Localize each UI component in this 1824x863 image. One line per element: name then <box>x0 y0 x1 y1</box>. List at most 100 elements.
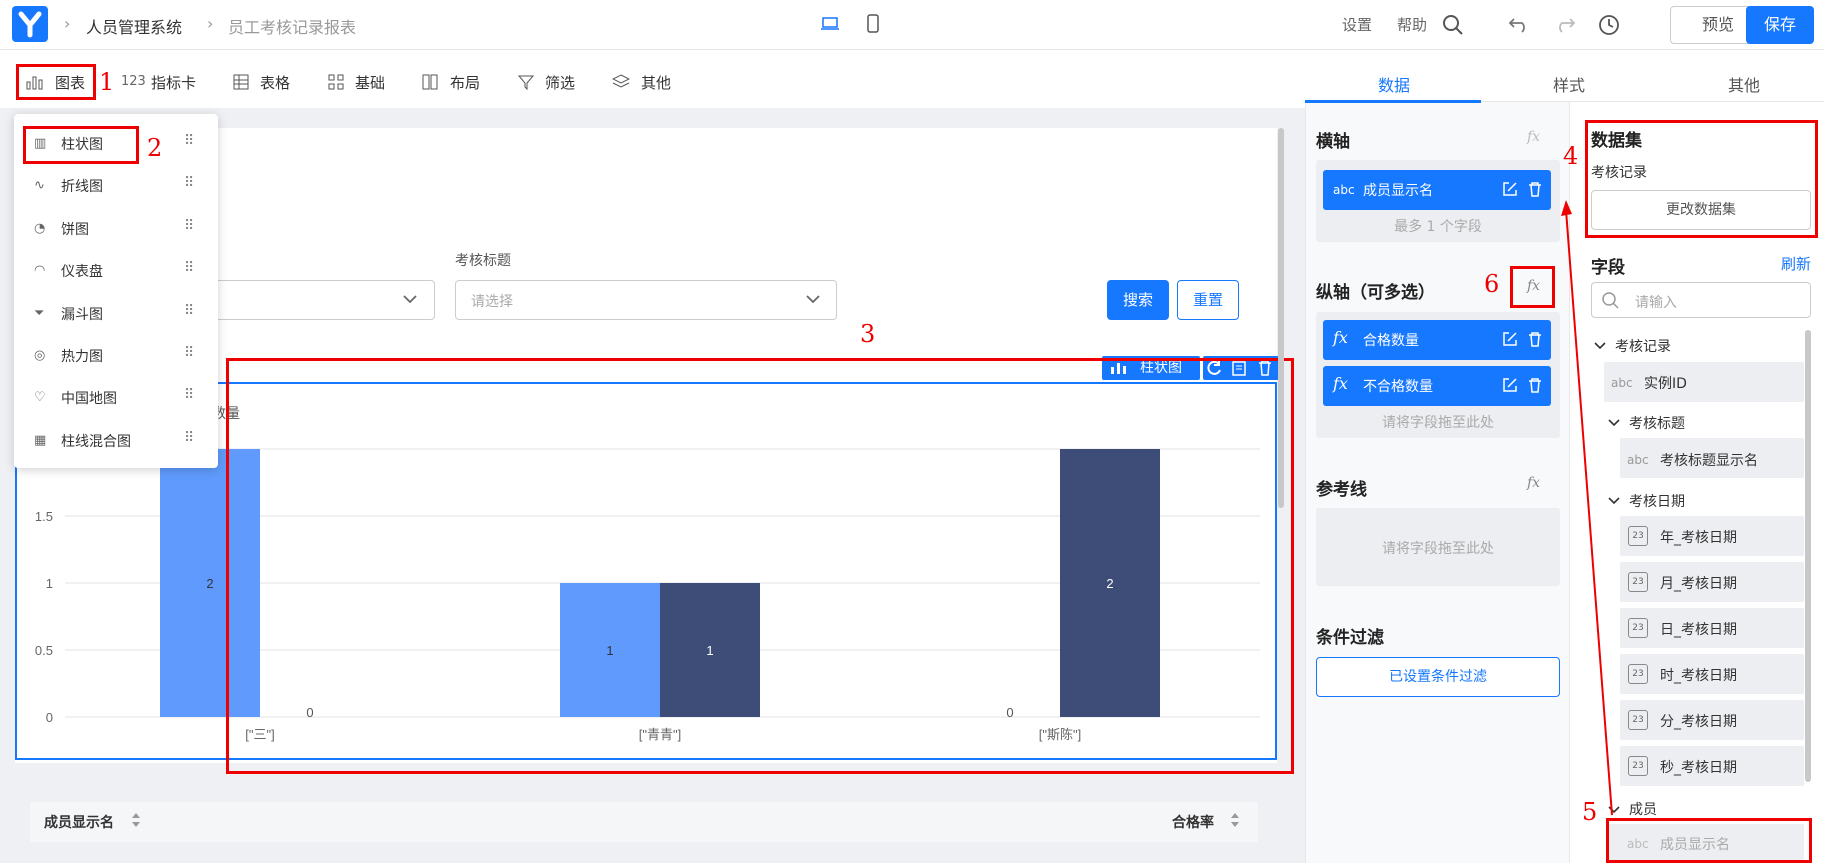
tree-group-date[interactable]: 考核日期 <box>1629 491 1685 511</box>
filter-select-1[interactable] <box>205 280 435 320</box>
drag-handle-icon[interactable]: ⠿ <box>184 133 194 149</box>
annotation-number-6: 6 <box>1484 270 1500 298</box>
toolbar-item-filter[interactable]: 筛选 <box>545 72 575 93</box>
refresh-link[interactable]: 刷新 <box>1781 253 1811 274</box>
toolbar-item-metric-card[interactable]: 指标卡 <box>151 72 196 93</box>
annotation-box-2 <box>23 126 139 164</box>
toolbar-item-basic[interactable]: 基础 <box>355 72 385 93</box>
x-axis-title: 横轴 <box>1316 132 1350 152</box>
tree-field-date: 年_考核日期 <box>1660 530 1737 546</box>
annotation-arrow <box>1561 200 1613 816</box>
chart-data-label: 2 <box>206 576 213 591</box>
drag-handle-icon[interactable]: ⠿ <box>184 345 194 361</box>
breadcrumb-report-title[interactable]: 员工考核记录报表 <box>228 14 356 38</box>
y-axis-hint: 请将字段拖至此处 <box>1382 415 1494 431</box>
tree-field-row[interactable] <box>1604 362 1804 402</box>
drag-handle-icon[interactable]: ⠿ <box>184 218 194 234</box>
calendar-icon: 23 <box>1628 756 1648 776</box>
field-search-input[interactable] <box>1591 282 1811 318</box>
calendar-icon: 23 <box>1628 572 1648 592</box>
chart-type-icon: ⏷ <box>34 305 45 321</box>
history-icon[interactable] <box>1598 14 1620 40</box>
layers-icon <box>611 74 631 94</box>
field-search-placeholder: 请输入 <box>1635 295 1677 311</box>
tree-field-title-display: 考核标题显示名 <box>1660 453 1758 469</box>
annotation-box-6 <box>1510 266 1555 308</box>
drag-handle-icon[interactable]: ⠿ <box>184 260 194 276</box>
fx-icon: fx <box>1333 374 1348 393</box>
condition-filter-button[interactable]: 已设置条件过滤 <box>1316 657 1560 697</box>
app-logo[interactable] <box>12 6 48 42</box>
drag-handle-icon[interactable]: ⠿ <box>184 387 194 403</box>
toolbar-item-other[interactable]: 其他 <box>641 72 671 93</box>
dropdown-item-chart-type[interactable]: 仪表盘 <box>61 261 103 281</box>
tree-group-title[interactable]: 考核标题 <box>1629 413 1685 433</box>
field-type-tag: abc <box>1627 453 1649 467</box>
help-link[interactable]: 帮助 <box>1397 14 1427 35</box>
chart-type-dropdown <box>14 114 218 468</box>
delete-icon[interactable] <box>1527 331 1543 351</box>
condition-filter-title: 条件过滤 <box>1316 628 1384 648</box>
tree-group-member[interactable]: 成员 <box>1629 799 1657 819</box>
tree-field-date: 秒_考核日期 <box>1660 760 1737 776</box>
tab-style[interactable]: 样式 <box>1553 72 1585 96</box>
fx-icon[interactable]: fx <box>1527 129 1540 145</box>
tree-field-date: 日_考核日期 <box>1660 622 1737 638</box>
undo-icon[interactable] <box>1508 15 1530 37</box>
delete-icon[interactable] <box>1527 377 1543 397</box>
dropdown-item-chart-type[interactable]: 中国地图 <box>61 388 117 408</box>
filter-select-placeholder: 请选择 <box>471 294 513 310</box>
annotation-box-1 <box>16 64 96 100</box>
edit-icon[interactable] <box>1502 377 1518 397</box>
mobile-view-icon[interactable] <box>866 14 880 38</box>
search-button[interactable]: 搜索 <box>1107 280 1169 320</box>
redo-icon[interactable] <box>1554 15 1576 37</box>
canvas-scrollbar[interactable] <box>1278 128 1284 508</box>
tree-field-date: 月_考核日期 <box>1660 576 1737 592</box>
y-axis-field-label: 不合格数量 <box>1363 379 1433 395</box>
settings-link[interactable]: 设置 <box>1342 14 1372 35</box>
chevron-down-icon <box>402 292 418 308</box>
table-header-member[interactable]: 成员显示名 <box>44 812 114 832</box>
breadcrumb-chevron-icon: › <box>207 14 214 33</box>
calendar-icon: 23 <box>1628 618 1648 638</box>
filter-funnel-icon <box>517 74 535 94</box>
dropdown-item-chart-type[interactable]: 饼图 <box>61 219 89 239</box>
annotation-number-1: 1 <box>99 68 115 96</box>
drag-handle-icon[interactable]: ⠿ <box>184 303 194 319</box>
delete-icon[interactable] <box>1527 181 1543 201</box>
toolbar-item-layout[interactable]: 布局 <box>450 72 480 93</box>
breadcrumb-app-title[interactable]: 人员管理系统 <box>86 14 182 38</box>
chart-type-icon: ◠ <box>34 263 46 279</box>
sort-icon[interactable] <box>130 810 142 834</box>
chart-type-icon: ◎ <box>34 348 46 363</box>
dropdown-item-chart-type[interactable]: 漏斗图 <box>61 304 103 324</box>
reset-button[interactable]: 重置 <box>1177 280 1239 320</box>
save-button[interactable]: 保存 <box>1746 6 1814 44</box>
edit-icon[interactable] <box>1502 331 1518 351</box>
x-axis-hint: 最多 1 个字段 <box>1394 219 1482 235</box>
metric-card-icon: 123 <box>121 74 146 89</box>
edit-icon[interactable] <box>1502 181 1518 201</box>
tree-group-record[interactable]: 考核记录 <box>1615 336 1671 356</box>
drag-handle-icon[interactable]: ⠿ <box>184 430 194 446</box>
annotation-number-2: 2 <box>147 134 163 162</box>
tree-field-date: 时_考核日期 <box>1660 668 1737 684</box>
search-icon[interactable] <box>1442 14 1464 40</box>
dropdown-item-chart-type[interactable]: 热力图 <box>61 346 103 366</box>
tab-data[interactable]: 数据 <box>1378 72 1410 96</box>
sort-icon[interactable] <box>1229 810 1241 834</box>
table-header-pass-rate[interactable]: 合格率 <box>1172 812 1214 832</box>
chart-y-tick-label: 1.5 <box>35 509 53 524</box>
annotation-box-5 <box>1606 818 1812 863</box>
fx-icon[interactable]: fx <box>1527 475 1540 491</box>
desktop-view-icon[interactable] <box>820 16 840 36</box>
toolbar-item-table[interactable]: 表格 <box>260 72 290 93</box>
drag-handle-icon[interactable]: ⠿ <box>184 175 194 191</box>
dropdown-item-chart-type[interactable]: 柱线混合图 <box>61 431 131 451</box>
table-grid-icon <box>233 74 249 94</box>
chart-y-tick-label: 0.5 <box>35 643 53 658</box>
dropdown-item-chart-type[interactable]: 折线图 <box>61 176 103 196</box>
dataset-scrollbar[interactable] <box>1805 330 1811 782</box>
tab-other[interactable]: 其他 <box>1728 72 1760 96</box>
